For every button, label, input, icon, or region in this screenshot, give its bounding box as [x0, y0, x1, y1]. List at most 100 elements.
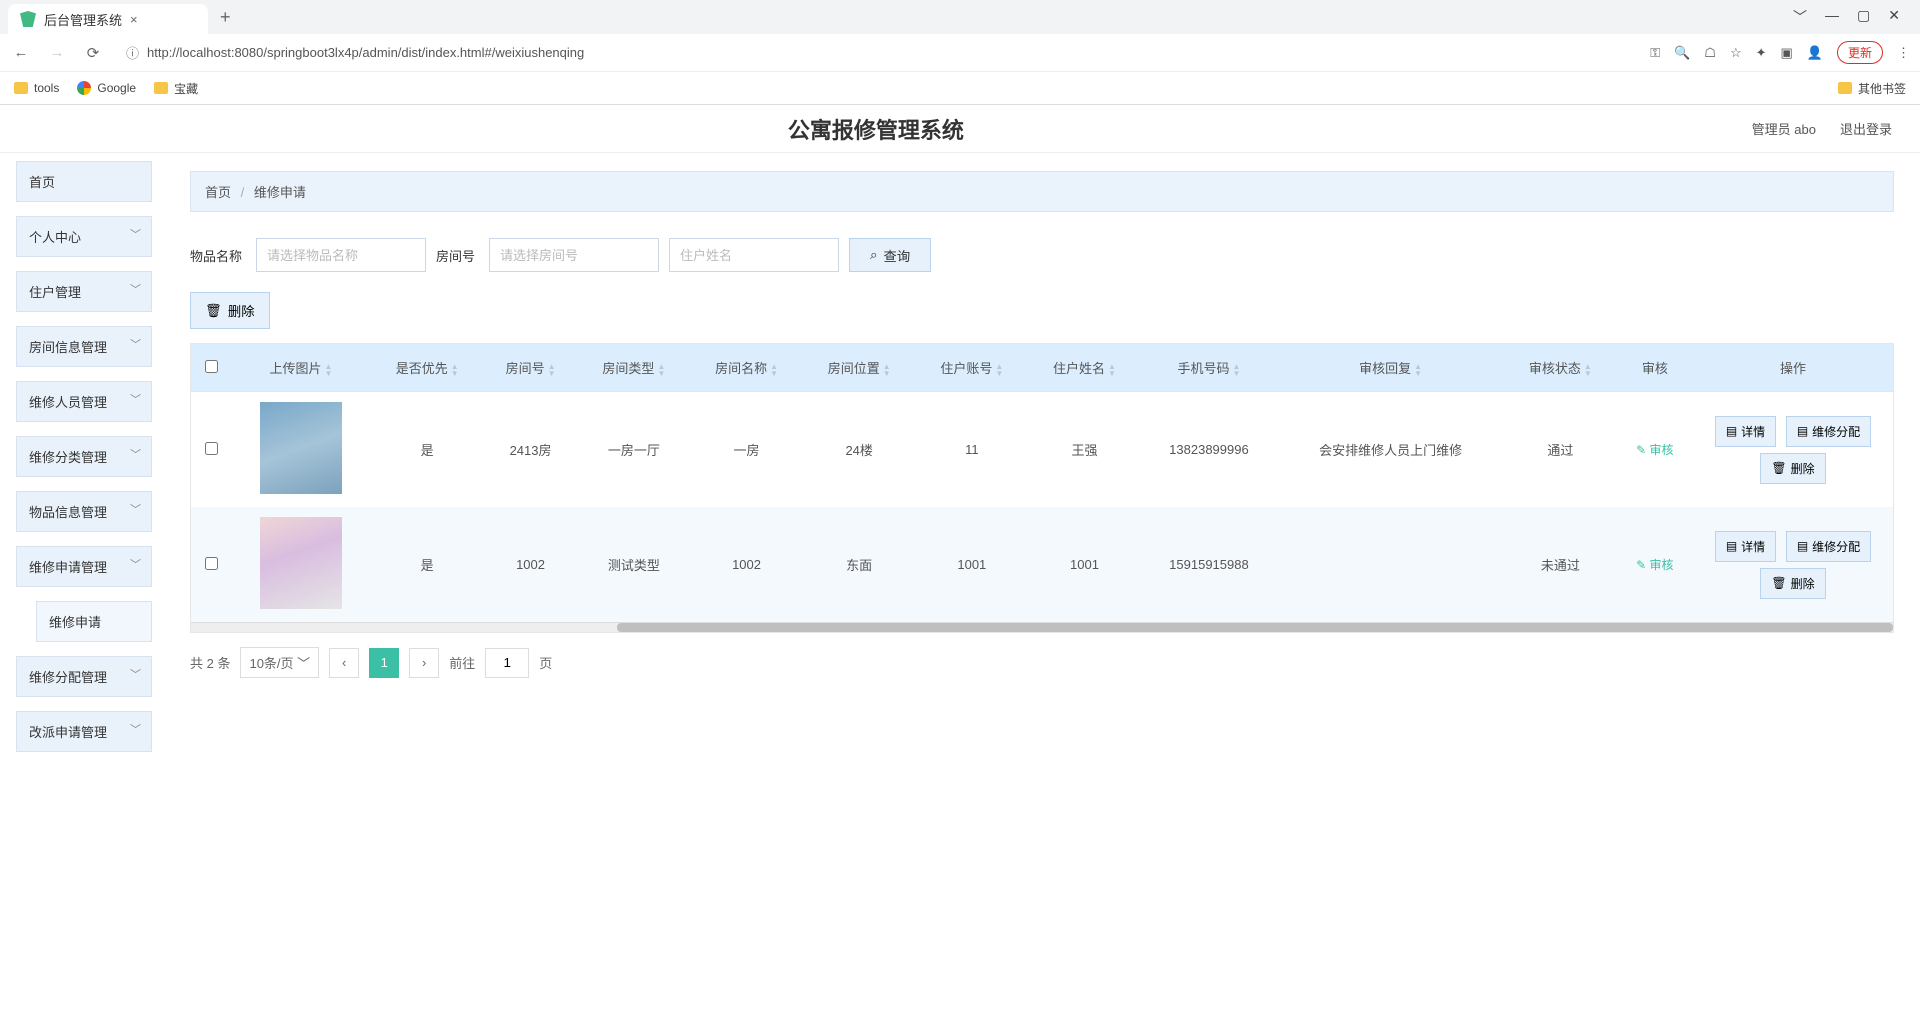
next-page-button[interactable]: ›	[409, 648, 439, 678]
row-checkbox[interactable]	[205, 557, 218, 570]
toolbar-right: ⚿ 🔍 ☖ ☆ ✦ ▣ 👤 更新 ⋮	[1650, 41, 1910, 64]
search-icon[interactable]: 🔍	[1674, 45, 1690, 61]
extensions-icon[interactable]: ✦	[1756, 45, 1767, 61]
horizontal-scrollbar[interactable]	[191, 622, 1893, 632]
folder-icon	[1838, 82, 1852, 94]
bookmark-star-icon[interactable]: ☆	[1730, 45, 1742, 61]
col-room-name[interactable]: 房间名称▲▼	[690, 344, 803, 392]
tab-title: 后台管理系统	[44, 10, 122, 29]
profile-avatar-icon[interactable]: 👤	[1807, 45, 1823, 61]
share-icon[interactable]: ☖	[1704, 45, 1716, 61]
minimize-icon[interactable]: —	[1825, 7, 1839, 27]
bookmark-other[interactable]: 其他书签	[1838, 80, 1906, 97]
search-item-name-input[interactable]	[256, 238, 426, 272]
bookmark-baozang[interactable]: 宝藏	[154, 80, 198, 97]
chevron-down-icon: ﹀	[130, 391, 141, 407]
detail-button[interactable]: ▤详情	[1715, 531, 1776, 562]
prev-page-button[interactable]: ‹	[329, 648, 359, 678]
close-tab-icon[interactable]: ×	[130, 12, 138, 27]
row-delete-button[interactable]: 🗑删除	[1760, 568, 1825, 599]
col-room-no[interactable]: 房间号▲▼	[483, 344, 577, 392]
cell-room-name: 一房	[690, 392, 803, 508]
col-account[interactable]: 住户账号▲▼	[916, 344, 1029, 392]
breadcrumb-separator: /	[241, 185, 245, 200]
row-checkbox[interactable]	[205, 442, 218, 455]
assign-button[interactable]: ▤维修分配	[1786, 531, 1871, 562]
col-reply[interactable]: 审核回复▲▼	[1277, 344, 1504, 392]
sidebar-item-repair-assign[interactable]: 维修分配管理﹀	[16, 656, 152, 697]
sidebar-item-repair-category[interactable]: 维修分类管理﹀	[16, 436, 152, 477]
page-1-button[interactable]: 1	[369, 648, 399, 678]
chevron-down-icon: ﹀	[130, 281, 141, 297]
batch-delete-button[interactable]: 🗑删除	[190, 292, 270, 329]
scrollbar-thumb[interactable]	[617, 623, 1894, 632]
kebab-menu-icon[interactable]: ⋮	[1897, 45, 1910, 61]
site-info-icon[interactable]: ⓘ	[126, 43, 139, 62]
search-icon: ⌕	[870, 247, 877, 263]
browser-tab[interactable]: 后台管理系统 ×	[8, 4, 208, 35]
sidebar-item-personal[interactable]: 个人中心﹀	[16, 216, 152, 257]
edit-icon: ✎	[1636, 558, 1646, 572]
chevron-down-icon[interactable]: ﹀	[1793, 7, 1807, 27]
sidebar-item-reassign-request[interactable]: 改派申请管理﹀	[16, 711, 152, 752]
sidebar-item-resident[interactable]: 住户管理﹀	[16, 271, 152, 312]
table-row: 是 1002 测试类型 1002 东面 1001 1001 1591591598…	[191, 507, 1893, 622]
bookmark-tools[interactable]: tools	[14, 81, 59, 95]
cell-room-type: 一房一厅	[578, 392, 691, 508]
sidebar-item-repair-request[interactable]: 维修申请	[36, 601, 152, 642]
row-delete-button[interactable]: 🗑删除	[1760, 453, 1825, 484]
col-room-type[interactable]: 房间类型▲▼	[578, 344, 691, 392]
list-icon: ▤	[1726, 424, 1737, 438]
col-status[interactable]: 审核状态▲▼	[1504, 344, 1617, 392]
list-icon: ▤	[1797, 539, 1808, 553]
row-thumbnail[interactable]	[260, 517, 342, 609]
col-image[interactable]: 上传图片▲▼	[231, 344, 371, 392]
breadcrumb-home[interactable]: 首页	[205, 185, 231, 200]
cell-room-name: 1002	[690, 507, 803, 622]
goto-page-input[interactable]	[485, 648, 529, 678]
user-info: 管理员 abo 退出登录	[1752, 119, 1920, 138]
col-username[interactable]: 住户姓名▲▼	[1028, 344, 1141, 392]
list-icon: ▤	[1726, 539, 1737, 553]
search-room-no-input[interactable]	[489, 238, 659, 272]
user-label[interactable]: 管理员 abo	[1752, 119, 1816, 138]
logout-link[interactable]: 退出登录	[1840, 119, 1892, 138]
update-button[interactable]: 更新	[1837, 41, 1883, 64]
forward-button[interactable]: →	[46, 44, 68, 61]
col-phone[interactable]: 手机号码▲▼	[1141, 344, 1277, 392]
sidebar-item-room-info[interactable]: 房间信息管理﹀	[16, 326, 152, 367]
cell-priority: 是	[371, 392, 484, 508]
col-room-pos[interactable]: 房间位置▲▼	[803, 344, 916, 392]
audit-link[interactable]: ✎ 审核	[1636, 443, 1673, 457]
bookmark-google[interactable]: Google	[77, 81, 136, 95]
close-window-icon[interactable]: ✕	[1888, 7, 1900, 27]
side-panel-icon[interactable]: ▣	[1781, 45, 1793, 61]
back-button[interactable]: ←	[10, 44, 32, 61]
list-icon: ▤	[1797, 424, 1808, 438]
search-resident-name-input[interactable]	[669, 238, 839, 272]
page-size-select[interactable]: 10条/页 ﹀	[240, 647, 319, 678]
browser-chrome: 后台管理系统 × + ﹀ — ▢ ✕ ← → ⟳ ⓘ http://localh…	[0, 0, 1920, 105]
cell-status: 未通过	[1504, 507, 1617, 622]
query-button[interactable]: ⌕查询	[849, 238, 931, 272]
reload-button[interactable]: ⟳	[82, 44, 104, 62]
sidebar: 首页 个人中心﹀ 住户管理﹀ 房间信息管理﹀ 维修人员管理﹀ 维修分类管理﹀ 物…	[0, 153, 164, 1031]
assign-button[interactable]: ▤维修分配	[1786, 416, 1871, 447]
sort-icon: ▲▼	[1232, 363, 1240, 377]
audit-link[interactable]: ✎ 审核	[1636, 558, 1673, 572]
col-priority[interactable]: 是否优先▲▼	[371, 344, 484, 392]
maximize-icon[interactable]: ▢	[1857, 7, 1870, 27]
chevron-down-icon: ﹀	[297, 656, 310, 671]
new-tab-button[interactable]: +	[208, 7, 243, 28]
sidebar-item-repair-request-mgmt[interactable]: 维修申请管理﹀	[16, 546, 152, 587]
url-input[interactable]: ⓘ http://localhost:8080/springboot3lx4p/…	[118, 39, 1636, 66]
password-key-icon[interactable]: ⚿	[1650, 45, 1660, 61]
select-all-checkbox[interactable]	[205, 360, 218, 373]
goto-suffix: 页	[539, 653, 552, 672]
sidebar-item-home[interactable]: 首页	[16, 161, 152, 202]
row-thumbnail[interactable]	[260, 402, 342, 494]
chevron-down-icon: ﹀	[130, 226, 141, 242]
sidebar-item-item-info[interactable]: 物品信息管理﹀	[16, 491, 152, 532]
sidebar-item-repair-staff[interactable]: 维修人员管理﹀	[16, 381, 152, 422]
detail-button[interactable]: ▤详情	[1715, 416, 1776, 447]
